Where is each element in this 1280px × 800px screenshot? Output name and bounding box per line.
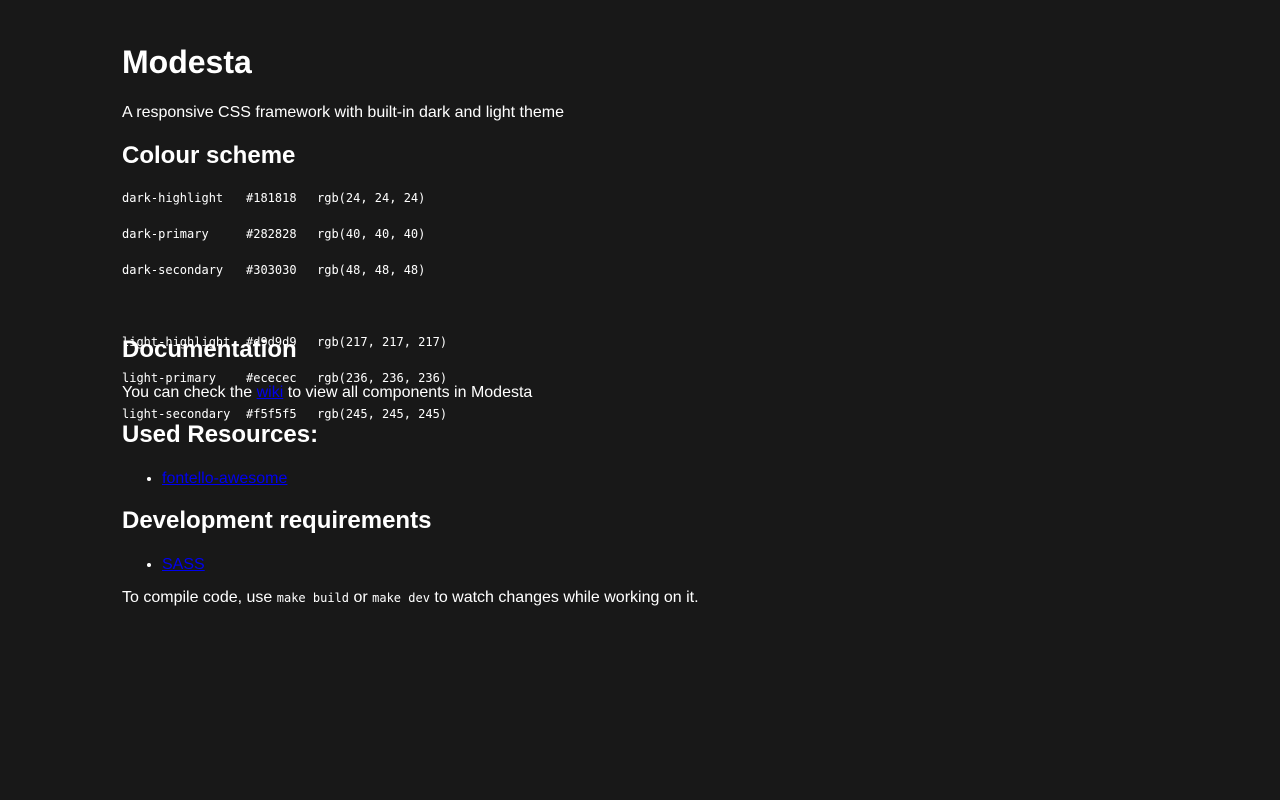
color-hex: #282828	[246, 227, 297, 241]
sass-link[interactable]: SASS	[162, 556, 205, 573]
color-row-dark-primary: dark-primary #282828 rgb(40, 40, 40)	[122, 225, 457, 243]
page-title: Modesta	[122, 44, 252, 80]
list-item: fontello-awesome	[162, 469, 287, 488]
color-hex: #303030	[246, 263, 297, 277]
compile-text-3: to watch changes while working on it.	[429, 589, 699, 606]
wiki-link[interactable]: wiki	[257, 384, 284, 401]
fontello-awesome-link[interactable]: fontello-awesome	[162, 470, 287, 487]
colour-scheme-table: dark-highlight #181818 rgb(24, 24, 24) dar…	[122, 189, 457, 441]
documentation-text-after: to view all components in Modesta	[283, 384, 533, 401]
page-subtitle: A responsive CSS framework with built-in…	[122, 104, 564, 121]
list-item: SASS	[162, 555, 205, 574]
color-rgb: rgb(48, 48, 48)	[317, 263, 426, 277]
color-row-dark-highlight: dark-highlight #181818 rgb(24, 24, 24)	[122, 189, 457, 207]
color-name: dark-primary	[122, 227, 209, 241]
documentation-text: You can check the wiki to view all compo…	[122, 383, 532, 402]
documentation-heading: Documentation	[122, 336, 297, 363]
dev-requirements-list: SASS	[122, 555, 205, 574]
color-name: dark-highlight	[122, 191, 224, 205]
color-rgb: rgb(217, 217, 217)	[317, 335, 448, 349]
used-resources-heading: Used Resources:	[122, 421, 319, 448]
color-rgb: rgb(245, 245, 245)	[317, 407, 448, 421]
compile-text-1: To compile code, use	[122, 589, 277, 606]
color-rgb: rgb(24, 24, 24)	[317, 191, 426, 205]
colour-scheme-heading: Colour scheme	[122, 142, 296, 169]
documentation-text-before: You can check the	[122, 384, 257, 401]
color-rgb: rgb(40, 40, 40)	[317, 227, 426, 241]
compile-instructions: To compile code, use make build or make …	[122, 588, 699, 608]
development-requirements-heading: Development requirements	[122, 507, 432, 534]
color-hex: #181818	[246, 191, 297, 205]
make-dev-code: make dev	[372, 591, 430, 605]
color-name: dark-secondary	[122, 263, 224, 277]
color-row-dark-secondary: dark-secondary #303030 rgb(48, 48, 48)	[122, 261, 457, 279]
make-build-code: make build	[276, 591, 349, 605]
compile-text-2: or	[349, 589, 373, 606]
resources-list: fontello-awesome	[122, 469, 287, 488]
